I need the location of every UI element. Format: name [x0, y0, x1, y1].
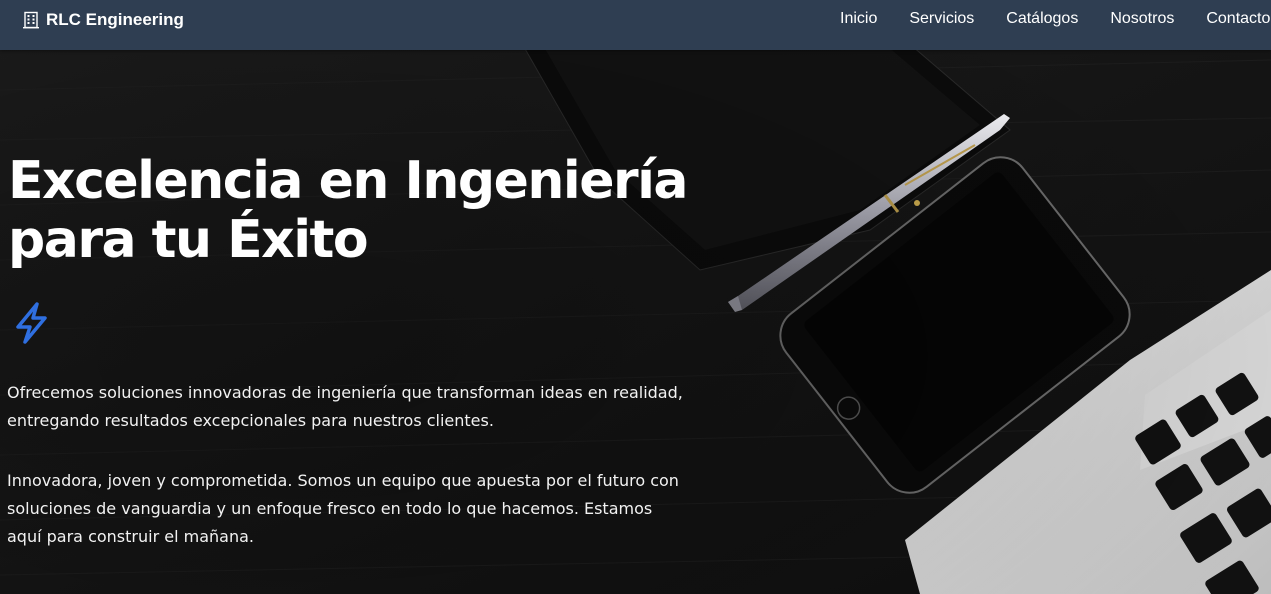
- nav-link-contacto[interactable]: Contacto: [1206, 10, 1270, 28]
- brand-name: RLC Engineering: [46, 10, 184, 29]
- nav-links: Inicio Servicios Catálogos Nosotros Cont…: [840, 0, 1271, 38]
- hero-paragraph-about-line-3: aquí para construir el mañana.: [7, 527, 254, 546]
- hero-paragraph-intro-line-2: entregando resultados excepcionales para…: [7, 411, 494, 430]
- nav-link-servicios[interactable]: Servicios: [909, 10, 974, 28]
- nav-link-nosotros[interactable]: Nosotros: [1110, 10, 1174, 28]
- nav-link-catalogos[interactable]: Catálogos: [1006, 10, 1078, 28]
- lightning-bolt-icon: [16, 302, 47, 344]
- building-icon: [23, 11, 39, 29]
- hero-title-line-1: Excelencia en Ingeniería: [8, 151, 689, 211]
- hero-paragraph-about-line-2: soluciones de vanguardia y un enfoque fr…: [7, 499, 653, 518]
- top-navbar: RLC Engineering Inicio Servicios Catálog…: [0, 0, 1271, 50]
- hero-paragraph-about-line-1: Innovadora, joven y comprometida. Somos …: [7, 471, 679, 490]
- brand-logo-link[interactable]: RLC Engineering: [22, 0, 184, 40]
- hero-paragraph-about: Innovadora, joven y comprometida. Somos …: [7, 467, 687, 551]
- hero-title-line-2: para tu Éxito: [8, 210, 369, 270]
- hero-paragraph-intro: Ofrecemos soluciones innovadoras de inge…: [7, 379, 687, 435]
- hero-title: Excelencia en Ingeniería para tu Éxito: [8, 152, 708, 270]
- hero-paragraph-intro-line-1: Ofrecemos soluciones innovadoras de inge…: [7, 383, 683, 402]
- nav-link-inicio[interactable]: Inicio: [840, 10, 877, 28]
